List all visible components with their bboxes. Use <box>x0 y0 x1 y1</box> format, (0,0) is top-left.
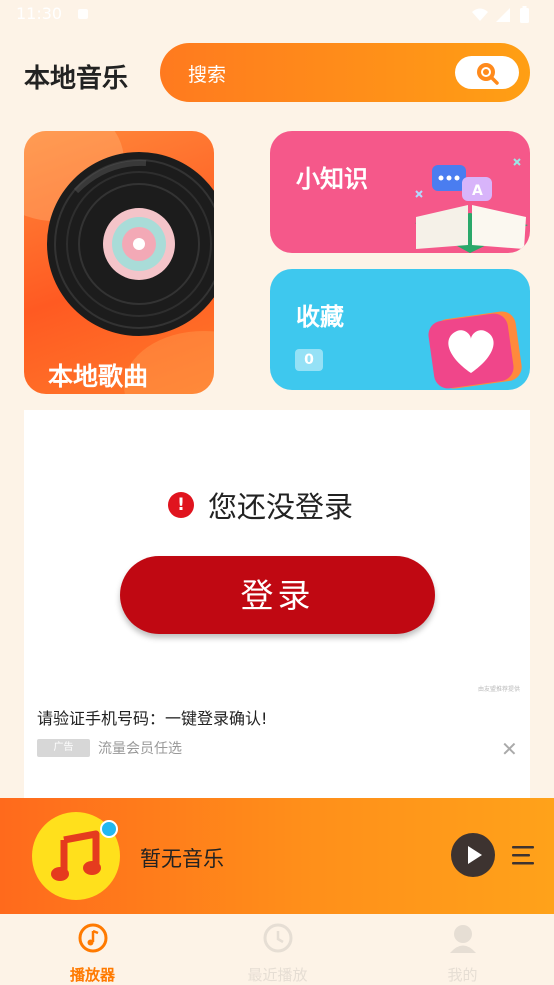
login-button[interactable]: 登录 <box>120 556 435 634</box>
battery-icon <box>520 8 529 23</box>
heart-icon <box>428 311 522 389</box>
playlist-icon[interactable] <box>512 844 536 866</box>
ad-badge: 广告 <box>37 739 90 757</box>
notification-icon <box>78 9 88 19</box>
music-note-icon <box>51 830 101 881</box>
favorites-card[interactable]: 收藏 0 <box>270 269 530 390</box>
play-button[interactable] <box>451 833 495 877</box>
tab-mine[interactable]: 我的 <box>370 914 554 984</box>
user-icon <box>370 922 554 958</box>
search-icon <box>477 63 499 85</box>
wifi-icon <box>472 8 488 21</box>
status-dot <box>100 820 118 838</box>
knowledge-card[interactable]: 小知识 A <box>270 131 530 253</box>
login-notice-text: 您还没登录 <box>208 490 354 524</box>
local-songs-label: 本地歌曲 <box>48 362 149 391</box>
login-panel: ! 您还没登录 登录 由友盟推荐提供 请验证手机号码：一键登录确认! 广告 流量… <box>24 410 530 800</box>
book-chat-icon: A <box>415 158 528 253</box>
signal-icon <box>496 8 510 22</box>
recent-play-icon <box>185 922 370 958</box>
play-icon <box>468 846 482 864</box>
page-title: 本地音乐 <box>24 64 129 94</box>
tab-mine-label: 我的 <box>447 966 478 984</box>
search-button[interactable] <box>455 56 519 89</box>
tab-recent[interactable]: 最近播放 <box>185 914 370 984</box>
ad-close-icon[interactable]: ✕ <box>501 737 518 761</box>
vinyl-record-icon <box>47 152 214 336</box>
tab-player[interactable]: 播放器 <box>0 914 185 984</box>
status-bar: 11:30 <box>0 0 554 30</box>
alert-icon: ! <box>168 492 194 518</box>
search-bar[interactable]: 搜索 <box>160 43 530 102</box>
status-icons <box>470 6 540 28</box>
search-placeholder: 搜索 <box>188 64 227 86</box>
login-notice: ! 您还没登录 <box>168 487 354 524</box>
player-title: 暂无音乐 <box>140 847 224 871</box>
ad-subtitle[interactable]: 流量会员任选 <box>98 738 182 758</box>
knowledge-label: 小知识 <box>296 165 368 193</box>
ad-tag-text: 广告 <box>53 742 74 753</box>
album-art <box>32 812 120 900</box>
favorites-label: 收藏 <box>296 303 344 331</box>
ad-source: 由友盟推荐提供 <box>478 686 521 693</box>
mini-player[interactable]: 暂无音乐 <box>0 798 554 914</box>
favorites-count-badge: 0 <box>295 349 323 371</box>
tab-player-label: 播放器 <box>69 966 115 984</box>
local-songs-card[interactable]: 本地歌曲 <box>24 131 214 394</box>
bottom-tab-bar: 播放器 最近播放 我的 <box>0 914 554 984</box>
tab-recent-label: 最近播放 <box>247 966 308 984</box>
ad-title[interactable]: 请验证手机号码：一键登录确认! <box>37 705 267 729</box>
svg-text:A: A <box>472 183 483 199</box>
music-note-icon <box>0 922 185 958</box>
status-time: 11:30 <box>16 4 63 23</box>
